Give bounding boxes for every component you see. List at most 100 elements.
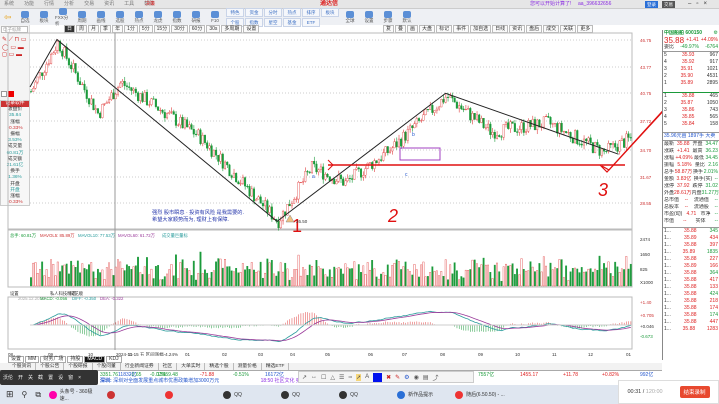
stat-cell: -- — [683, 218, 687, 224]
mark-tool-icon[interactable]: ✖ — [386, 374, 391, 381]
period-tab[interactable]: 30分 — [171, 25, 188, 33]
news-tab[interactable]: 个股公告 — [36, 363, 65, 370]
indicator-tab[interactable]: MM — [25, 356, 40, 363]
candle — [377, 159, 380, 164]
period-tab[interactable]: 季 — [100, 25, 112, 33]
period-tab[interactable]: 年 — [112, 25, 124, 33]
candle — [63, 47, 66, 57]
volume-bar — [188, 270, 191, 287]
windows-start-icon[interactable]: ⊞ — [6, 389, 14, 400]
share-icon[interactable]: ⤴ — [432, 373, 438, 382]
news-tab[interactable]: 个股资讯 — [8, 363, 37, 370]
taskbar-app[interactable]: 头条号 - 360极速... — [49, 388, 99, 402]
triangle-tool-icon[interactable]: △ — [330, 374, 335, 381]
indicator-tab[interactable]: 同花顺 — [70, 290, 84, 297]
dash-tool-icon[interactable]: ┅ — [348, 374, 352, 381]
taskbar-app[interactable]: QQ — [281, 390, 331, 399]
price-pct: +4.09% — [700, 37, 718, 43]
color-swatch[interactable] — [373, 372, 383, 382]
indicator-tab[interactable]: MACD指标 — [30, 290, 52, 297]
volume-bar — [79, 272, 81, 287]
volume-bar — [43, 275, 46, 287]
rect-tool-icon[interactable]: ☐ — [321, 374, 326, 381]
taskbar-app[interactable]: 随后(6.50.50) - ... — [455, 390, 505, 399]
news-tab[interactable]: 精选个股 — [205, 363, 234, 370]
stat-row: 市值 -- 实体 -- — [663, 218, 719, 225]
macd-legend-dea: DEA: -0.322 — [100, 296, 124, 301]
float-bar-button[interactable]: 置 — [48, 374, 53, 381]
eye-icon[interactable]: ◉ — [414, 374, 419, 381]
news-tab[interactable]: 社区 — [159, 363, 178, 370]
indicator-tab[interactable]: 持股 — [67, 356, 84, 363]
volume-bar — [402, 266, 405, 287]
float-bar-button[interactable]: × — [78, 375, 81, 381]
taskbar-app[interactable]: QQ — [339, 390, 389, 399]
save-icon[interactable]: ▤ — [423, 374, 429, 381]
candle — [134, 88, 137, 93]
period-tab[interactable]: 月 — [88, 25, 100, 33]
period-bar: 日周月季年 1分 5分 15分 30分 60分 30s 多周期 设置 — [64, 25, 632, 33]
text-tool-icon[interactable]: A — [365, 374, 369, 380]
news-tab[interactable]: 个股问董 — [93, 363, 121, 370]
news-text[interactable]: 深圳对全面发展重点城市优惠政策增加3000万元 — [113, 378, 219, 384]
trade-button[interactable]: 交易 — [662, 1, 675, 8]
tick-time: 1... — [664, 284, 671, 290]
volume-bar — [471, 259, 474, 287]
kline-chart[interactable]: 1 23abc26.50强烈 股市瞬息 · 投资有风险 是我需要的.希望大家顺势而… — [0, 0, 662, 356]
candle — [605, 150, 608, 152]
grid-tool-icon[interactable]: ☰ — [339, 374, 344, 381]
window-controls[interactable]: –▫× — [688, 0, 712, 9]
period-tab[interactable]: 多周期 — [221, 25, 243, 33]
news-tab[interactable]: 测量价格 — [234, 363, 262, 370]
volume-bar — [150, 268, 153, 287]
news-tab[interactable]: 行业新闻证券 — [121, 363, 159, 370]
search-icon[interactable]: ⚲ — [22, 390, 28, 399]
float-bar-button[interactable]: 截 — [38, 374, 43, 381]
candle — [322, 166, 325, 180]
period-tab[interactable]: 1分 — [124, 25, 138, 33]
period-tab[interactable]: 15分 — [153, 25, 171, 33]
taskbar-app[interactable] — [107, 390, 157, 399]
period-tab[interactable]: 60分 — [188, 25, 206, 33]
line-tool-icon[interactable]: ↔ — [311, 374, 317, 380]
period-tab[interactable]: 设置 — [243, 25, 260, 33]
period-tab[interactable]: 日 — [64, 25, 76, 33]
news-tab[interactable]: 个股研报 — [64, 363, 93, 370]
indicator-tab[interactable]: 设置 — [10, 290, 19, 297]
period-tab[interactable]: 5分 — [138, 25, 153, 33]
stop-recording-button[interactable]: 结束录制 — [679, 386, 710, 398]
float-bar-button[interactable]: 开 — [18, 374, 23, 381]
volume-legend-signal: 成交量巨量标 — [162, 232, 188, 239]
indicator-tab[interactable]: MACD — [84, 356, 106, 363]
indicator-tab[interactable]: KDJ — [106, 356, 122, 363]
period-tab[interactable]: 30s — [206, 25, 221, 33]
volume-bar — [373, 268, 376, 287]
period-tab[interactable]: 周 — [76, 25, 88, 33]
taskbar-app[interactable]: QQ — [223, 390, 273, 399]
volume-bar — [444, 259, 447, 287]
volume-bar — [199, 251, 202, 287]
task-view-icon[interactable]: ⧉ — [35, 390, 41, 400]
indicator-tab[interactable]: 财务广场 — [40, 356, 67, 363]
candle — [94, 108, 97, 111]
volume-bar — [386, 264, 389, 287]
order-cell: 35.90 — [680, 73, 694, 79]
float-bar-button[interactable]: 设 — [58, 374, 63, 381]
indicator-tab[interactable]: 设置 — [8, 356, 25, 363]
arrow-tool-icon[interactable]: ↗ — [302, 374, 307, 381]
news-tab[interactable]: 大单实时 — [177, 363, 206, 370]
float-bar-button[interactable]: 沃伦 — [3, 374, 13, 381]
candle — [293, 199, 296, 204]
candle — [495, 135, 499, 139]
volume-bar — [96, 268, 99, 287]
taskbar-app[interactable] — [165, 390, 215, 399]
volume-bar — [273, 273, 275, 287]
float-bar-button[interactable]: 窗 — [68, 374, 73, 381]
float-bar-button[interactable]: 关 — [28, 374, 33, 381]
taskbar-app[interactable]: 新作品提示 — [397, 390, 447, 399]
pen-tool-icon[interactable]: ✎ — [395, 374, 400, 381]
gear-icon[interactable]: ⚙ — [714, 30, 718, 37]
cursor-tool-icon[interactable]: ➚ — [356, 373, 362, 381]
news-tab[interactable]: 精选ETF — [262, 363, 290, 370]
settings-icon[interactable]: ⚙ — [404, 374, 409, 381]
